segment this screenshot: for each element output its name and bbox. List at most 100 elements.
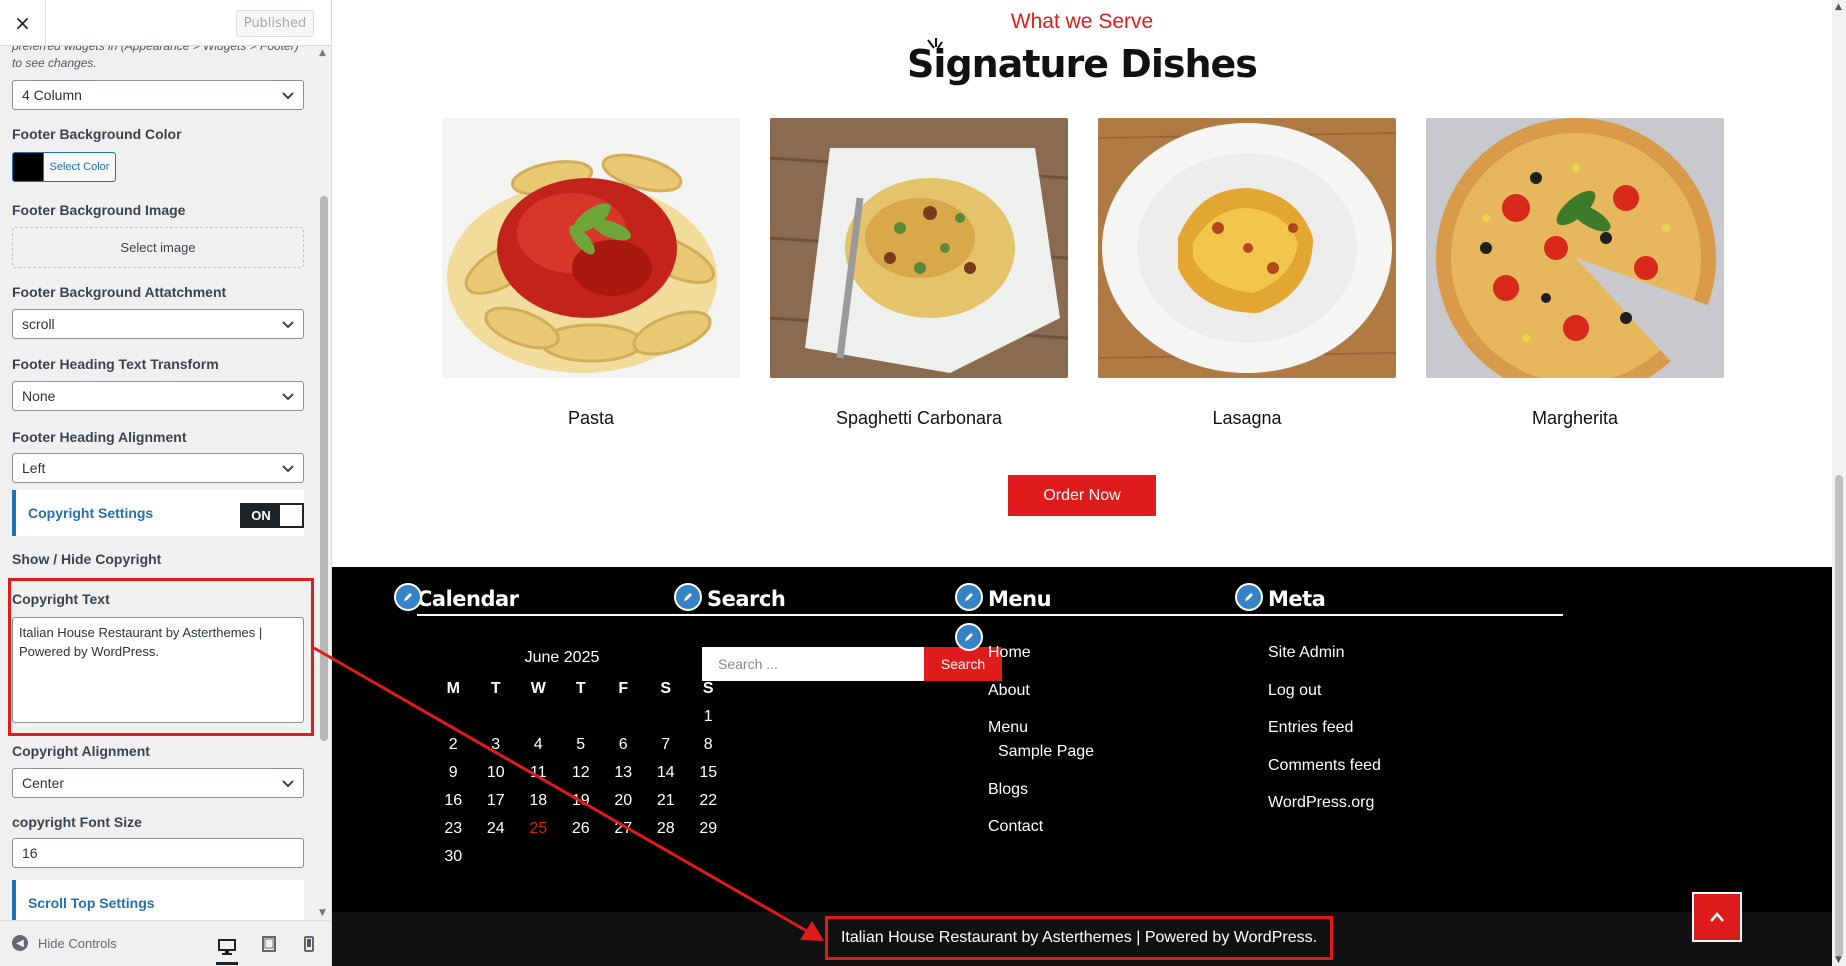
calendar-day[interactable]: 12 [560, 764, 603, 782]
calendar-day[interactable]: 25 [517, 820, 560, 838]
calendar-day[interactable]: 5 [560, 736, 603, 754]
dish-card[interactable]: Margherita [1426, 118, 1724, 429]
dish-name[interactable]: Margherita [1426, 408, 1724, 429]
menu-item-home[interactable]: Home [988, 639, 1094, 677]
calendar-day[interactable]: 14 [645, 764, 688, 782]
published-button[interactable]: Published [236, 10, 314, 37]
calendar-day[interactable]: 2 [432, 736, 475, 754]
hide-controls-label: Hide Controls [38, 935, 117, 951]
dish-name[interactable]: Lasagna [1098, 408, 1396, 429]
calendar-day[interactable]: 19 [560, 792, 603, 810]
scrollbar-thumb[interactable] [320, 196, 328, 741]
calendar-day[interactable]: 7 [645, 736, 688, 754]
scrollbar-thumb[interactable] [1835, 475, 1843, 957]
search-input[interactable]: Search ... [702, 647, 924, 681]
calendar-day[interactable]: 11 [517, 764, 560, 782]
calendar-week: 1 [432, 703, 730, 731]
dish-card[interactable]: Pasta [442, 118, 740, 429]
calendar-day[interactable]: 9 [432, 764, 475, 782]
edit-pencil-icon[interactable] [394, 583, 422, 611]
scroll-up-icon[interactable]: ▲ [1835, 2, 1842, 12]
footer-widgets-description: preferred widgets in (Appearance > Widge… [12, 46, 299, 70]
calendar-day[interactable]: 1 [687, 708, 730, 726]
hide-controls-button[interactable]: ◀ Hide Controls [12, 935, 117, 951]
calendar-day[interactable]: 18 [517, 792, 560, 810]
bg-attachment-select[interactable]: scroll [12, 309, 304, 339]
margherita-photo[interactable] [1426, 118, 1724, 378]
order-now-button[interactable]: Order Now [1008, 475, 1156, 516]
heading-transform-label: Footer Heading Text Transform [12, 356, 219, 372]
desktop-preview-icon[interactable] [216, 931, 238, 965]
calendar-day[interactable]: 24 [475, 820, 518, 838]
site-footer: Calendar June 2025 M T W T F S S 1234567… [332, 567, 1832, 912]
scroll-down-icon[interactable]: ▼ [319, 908, 326, 918]
menu-item-contact[interactable]: Contact [988, 813, 1094, 851]
chevron-down-icon [282, 780, 294, 788]
dish-name[interactable]: Spaghetti Carbonara [770, 408, 1068, 429]
scroll-to-top-button[interactable] [1692, 892, 1742, 942]
heading-transform-select[interactable]: None [12, 381, 304, 411]
spaghetti-carbonara-photo[interactable] [770, 118, 1068, 378]
select-color-button[interactable]: Select Color [12, 152, 116, 182]
meta-item-entries-feed[interactable]: Entries feed [1268, 714, 1381, 752]
copyright-alignment-select[interactable]: Center [12, 768, 304, 798]
calendar-weekdays: M T W T F S S [432, 675, 730, 703]
calendar-day[interactable]: 10 [475, 764, 518, 782]
calendar-day[interactable]: 13 [602, 764, 645, 782]
calendar-day[interactable]: 22 [687, 792, 730, 810]
edit-pencil-icon[interactable] [674, 583, 702, 611]
bg-attachment-value: scroll [22, 316, 55, 332]
calendar-day[interactable]: 8 [687, 736, 730, 754]
meta-item-site-admin[interactable]: Site Admin [1268, 639, 1381, 677]
dish-card[interactable]: Lasagna [1098, 118, 1396, 429]
calendar-day[interactable]: 20 [602, 792, 645, 810]
preview-scrollbar[interactable]: ▲ ▼ [1832, 0, 1846, 966]
scroll-down-icon[interactable]: ▼ [1835, 955, 1842, 965]
calendar-day[interactable]: 17 [475, 792, 518, 810]
edit-pencil-icon[interactable] [955, 583, 983, 611]
calendar-day[interactable]: 26 [560, 820, 603, 838]
mobile-preview-icon[interactable] [298, 933, 320, 955]
copyright-alignment-value: Center [22, 775, 65, 791]
calendar-day[interactable]: 4 [517, 736, 560, 754]
calendar-caption: June 2025 [524, 649, 600, 666]
calendar-day[interactable]: 16 [432, 792, 475, 810]
dish-name[interactable]: Pasta [442, 408, 740, 429]
menu-item-sample-page[interactable]: Sample Page [988, 738, 1094, 776]
heading-alignment-label: Footer Heading Alignment [12, 429, 187, 445]
calendar-day[interactable]: 23 [432, 820, 475, 838]
sidebar-scrollbar[interactable]: ▲ ▼ [318, 46, 329, 920]
tablet-preview-icon[interactable] [258, 933, 280, 955]
meta-item-log-out[interactable]: Log out [1268, 677, 1381, 715]
calendar-day[interactable]: 3 [475, 736, 518, 754]
edit-pencil-icon[interactable] [955, 623, 983, 651]
copyright-text-field[interactable]: Italian House Restaurant by Asterthemes … [12, 617, 304, 723]
footer-columns-select[interactable]: 4 Column [12, 80, 304, 110]
select-image-button[interactable]: Select image [12, 227, 304, 268]
menu-item-blogs[interactable]: Blogs [988, 776, 1094, 814]
calendar-day[interactable]: 30 [432, 848, 475, 866]
scroll-up-icon[interactable]: ▲ [319, 48, 326, 58]
bg-attachment-label: Footer Background Attatchment [12, 284, 227, 300]
heading-alignment-value: Left [22, 460, 46, 476]
bg-image-label: Footer Background Image [12, 202, 186, 218]
calendar-day[interactable]: 29 [687, 820, 730, 838]
lasagna-photo[interactable] [1098, 118, 1396, 378]
scroll-top-settings-section[interactable]: Scroll Top Settings [12, 880, 304, 920]
heading-alignment-select[interactable]: Left [12, 453, 304, 483]
calendar-day[interactable]: 21 [645, 792, 688, 810]
pasta-photo[interactable] [442, 118, 740, 378]
calendar-day[interactable]: 27 [602, 820, 645, 838]
font-size-input[interactable]: 16 [12, 838, 304, 868]
edit-pencil-icon[interactable] [1235, 583, 1263, 611]
dish-card[interactable]: Spaghetti Carbonara [770, 118, 1068, 429]
meta-item-comments-feed[interactable]: Comments feed [1268, 752, 1381, 790]
calendar-day[interactable]: 6 [602, 736, 645, 754]
meta-item-wordpress-org[interactable]: WordPress.org [1268, 789, 1381, 827]
close-icon[interactable]: × [0, 0, 46, 45]
heading-transform-value: None [22, 388, 56, 404]
menu-item-about[interactable]: About [988, 677, 1094, 715]
show-copyright-toggle[interactable]: ON [240, 503, 304, 528]
calendar-day[interactable]: 15 [687, 764, 730, 782]
calendar-day[interactable]: 28 [645, 820, 688, 838]
